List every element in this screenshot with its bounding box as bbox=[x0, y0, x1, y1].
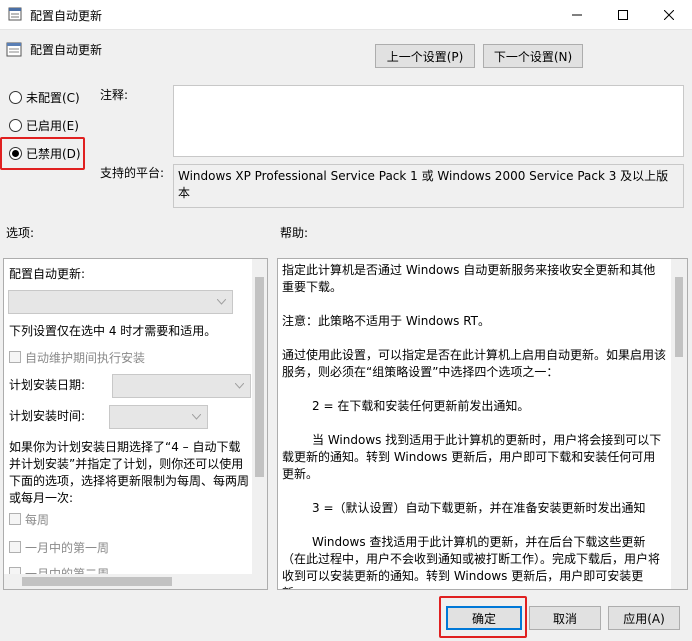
policy-app-icon bbox=[8, 7, 22, 21]
checkbox-label: 每周 bbox=[25, 512, 50, 527]
configure-updates-label: 配置自动更新: bbox=[9, 267, 86, 281]
scroll-thumb[interactable] bbox=[255, 277, 264, 477]
checkbox-box[interactable] bbox=[9, 567, 21, 574]
minimize-button[interactable] bbox=[554, 0, 600, 30]
help-paragraph: 指定此计算机是否通过 Windows 自动更新服务来接收安全更新和其他重要下载。 bbox=[282, 263, 656, 294]
maximize-button[interactable] bbox=[600, 0, 646, 30]
second-week-checkbox[interactable]: 一月中的第二周 bbox=[9, 565, 109, 574]
help-paragraph: Windows 查找适用于此计算机的更新，并在后台下载这些更新（在此过程中，用户… bbox=[282, 535, 661, 589]
highlight-ok-button bbox=[439, 596, 527, 638]
checkbox-label: 自动维护期间执行安装 bbox=[25, 350, 146, 365]
radio-label: 已启用(E) bbox=[26, 118, 79, 133]
comment-textarea[interactable] bbox=[173, 85, 684, 157]
help-paragraph: 2 = 在下载和安装任何更新前发出通知。 bbox=[312, 399, 530, 413]
apply-button[interactable]: 应用(A) bbox=[608, 606, 680, 630]
supported-platform-field: Windows XP Professional Service Pack 1 或… bbox=[173, 164, 684, 208]
chevron-down-icon bbox=[192, 414, 201, 420]
checkbox-box[interactable] bbox=[9, 541, 21, 553]
help-paragraph: 当 Windows 找到适用于此计算机的更新时，用户将会接到可以下载更新的通知。… bbox=[282, 433, 662, 481]
radio-label: 未配置(C) bbox=[26, 90, 80, 105]
setting-title: 配置自动更新 bbox=[30, 43, 103, 57]
radio-circle[interactable] bbox=[9, 118, 22, 132]
help-vertical-scrollbar[interactable] bbox=[671, 259, 687, 589]
close-button[interactable] bbox=[646, 0, 692, 30]
options-label: 选项: bbox=[6, 226, 35, 240]
configure-updates-combo[interactable] bbox=[8, 290, 233, 314]
help-paragraph: 注意：此策略不适用于 Windows RT。 bbox=[282, 314, 490, 328]
first-week-checkbox[interactable]: 一月中的第一周 bbox=[9, 539, 109, 555]
help-label: 帮助: bbox=[280, 226, 309, 240]
options-pane: 配置自动更新: 下列设置仅在选中 4 时才需要和适用。 自动维护期间执行安装 计… bbox=[3, 258, 268, 590]
chevron-down-icon bbox=[217, 299, 226, 305]
comment-label: 注释: bbox=[100, 88, 129, 102]
help-pane: 指定此计算机是否通过 Windows 自动更新服务来接收安全更新和其他重要下载。… bbox=[277, 258, 688, 590]
checkbox-label: 一月中的第二周 bbox=[25, 566, 110, 575]
title-bar: 配置自动更新 bbox=[0, 0, 692, 30]
schedule-day-combo[interactable] bbox=[112, 374, 251, 398]
schedule-explanation: 如果你为计划安装日期选择了“4 – 自动下载并计划安装”并指定了计划，则你还可以… bbox=[9, 440, 250, 505]
scroll-thumb[interactable] bbox=[22, 577, 172, 586]
radio-circle[interactable] bbox=[9, 90, 22, 104]
policy-setting-icon bbox=[6, 41, 22, 57]
next-setting-button[interactable]: 下一个设置(N) bbox=[483, 44, 583, 68]
cancel-button[interactable]: 取消 bbox=[529, 606, 601, 630]
schedule-time-label: 计划安装时间: bbox=[9, 409, 86, 423]
options-horizontal-scrollbar[interactable] bbox=[4, 574, 254, 589]
scroll-thumb[interactable] bbox=[675, 277, 683, 357]
checkbox-box[interactable] bbox=[9, 351, 21, 363]
options-note: 下列设置仅在选中 4 时才需要和适用。 bbox=[9, 324, 217, 338]
previous-setting-button[interactable]: 上一个设置(P) bbox=[375, 44, 475, 68]
radio-not-configured[interactable]: 未配置(C) bbox=[9, 88, 80, 106]
close-icon bbox=[664, 10, 674, 20]
schedule-time-combo[interactable] bbox=[109, 405, 208, 429]
options-vertical-scrollbar[interactable] bbox=[252, 259, 267, 574]
window-title: 配置自动更新 bbox=[30, 9, 103, 23]
help-paragraph: 3 =（默认设置）自动下载更新，并在准备安装更新时发出通知 bbox=[312, 501, 646, 515]
scrollbar-corner bbox=[252, 574, 267, 589]
options-content: 配置自动更新: 下列设置仅在选中 4 时才需要和适用。 自动维护期间执行安装 计… bbox=[4, 259, 254, 574]
maintenance-install-checkbox[interactable]: 自动维护期间执行安装 bbox=[9, 349, 145, 365]
radio-enabled[interactable]: 已启用(E) bbox=[9, 116, 79, 134]
schedule-day-label: 计划安装日期: bbox=[9, 378, 86, 392]
help-content: 指定此计算机是否通过 Windows 自动更新服务来接收安全更新和其他重要下载。… bbox=[282, 262, 667, 589]
platform-label: 支持的平台: bbox=[100, 166, 165, 180]
checkbox-label: 一月中的第一周 bbox=[25, 540, 110, 555]
checkbox-box[interactable] bbox=[9, 513, 21, 525]
chevron-down-icon bbox=[235, 383, 244, 389]
highlight-disabled-option bbox=[0, 137, 85, 170]
help-paragraph: 通过使用此设置，可以指定是否在此计算机上启用自动更新。如果启用该服务，则必须在“… bbox=[282, 348, 667, 379]
weekly-checkbox[interactable]: 每周 bbox=[9, 511, 49, 527]
